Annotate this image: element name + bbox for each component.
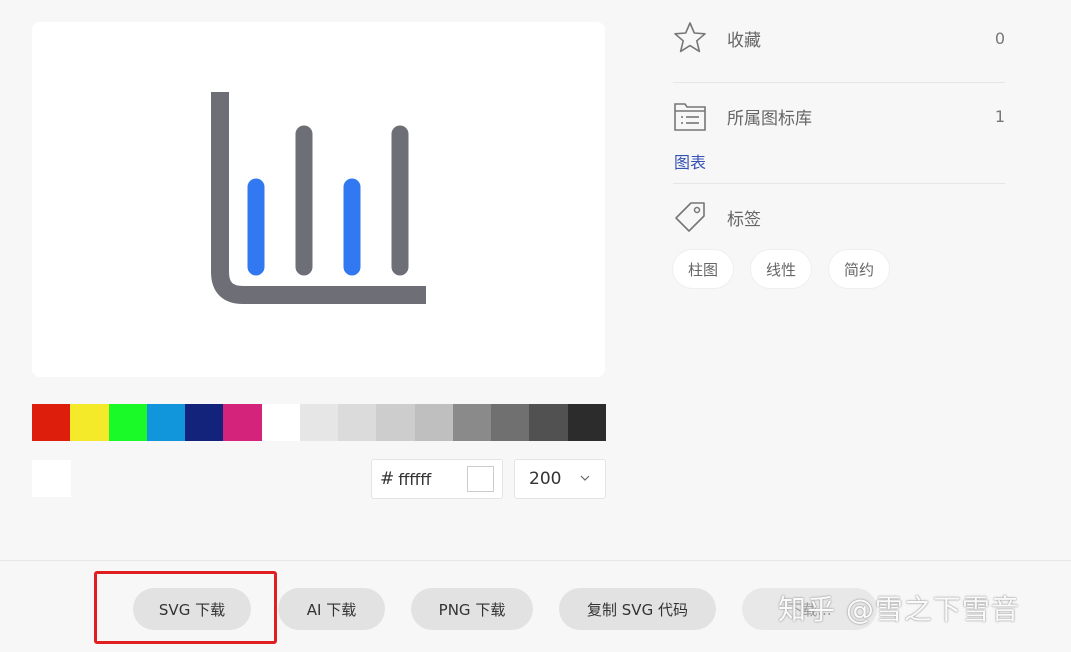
chevron-down-icon [580, 475, 590, 481]
favorite-count: 0 [994, 28, 1005, 48]
library-link[interactable]: 图表 [674, 149, 706, 173]
action-bar: SVG 下载 AI 下载 PNG 下载 复制 SVG 代码 下载... [0, 560, 1071, 652]
favorite-row[interactable]: 收藏 0 [673, 20, 1005, 56]
color-swatch[interactable] [567, 404, 606, 441]
library-count: 1 [994, 106, 1005, 126]
tag-chip[interactable]: 线性 [751, 250, 812, 288]
hex-input[interactable] [398, 469, 459, 489]
tags-row: 标签 [673, 198, 1005, 236]
color-swatch[interactable] [414, 404, 453, 441]
folder-list-icon [674, 103, 706, 131]
color-swatch[interactable] [338, 404, 377, 441]
hex-color-field[interactable]: # [371, 459, 503, 499]
color-swatch[interactable] [223, 404, 262, 441]
tag-chip[interactable]: 柱图 [673, 250, 734, 288]
color-swatch[interactable] [185, 404, 224, 441]
color-swatch[interactable] [32, 404, 71, 441]
divider [673, 82, 1005, 83]
color-palette [32, 404, 606, 441]
color-chip[interactable] [467, 466, 494, 492]
icon-preview-card [32, 22, 605, 377]
more-download-button[interactable]: 下载... [742, 588, 877, 630]
copy-svg-code-button[interactable]: 复制 SVG 代码 [559, 588, 716, 630]
color-swatch[interactable] [299, 404, 339, 441]
tag-list: 柱图 线性 简约 [673, 250, 890, 288]
divider [673, 183, 1005, 184]
library-label: 所属图标库 [727, 108, 812, 129]
tag-icon [675, 202, 705, 232]
library-row: 所属图标库 1 [673, 98, 1005, 134]
current-color-swatch [32, 460, 71, 497]
size-select[interactable]: 200 [514, 459, 606, 499]
color-swatch[interactable] [452, 404, 492, 441]
color-swatch[interactable] [491, 404, 530, 441]
svg-download-button[interactable]: SVG 下载 [133, 588, 251, 630]
color-swatch[interactable] [70, 404, 109, 441]
color-swatch[interactable] [261, 404, 300, 441]
star-icon[interactable] [673, 21, 707, 55]
tag-chip[interactable]: 简约 [829, 250, 890, 288]
bar-chart-icon [211, 92, 426, 304]
color-swatch[interactable] [376, 404, 415, 441]
favorite-label: 收藏 [727, 30, 761, 51]
size-value: 200 [529, 469, 562, 489]
color-swatch[interactable] [529, 404, 568, 441]
color-swatch[interactable] [146, 404, 186, 441]
hash-symbol: # [380, 469, 395, 489]
tags-label: 标签 [727, 209, 761, 230]
color-swatch[interactable] [108, 404, 147, 441]
ai-download-button[interactable]: AI 下载 [278, 588, 385, 630]
png-download-button[interactable]: PNG 下载 [411, 588, 533, 630]
